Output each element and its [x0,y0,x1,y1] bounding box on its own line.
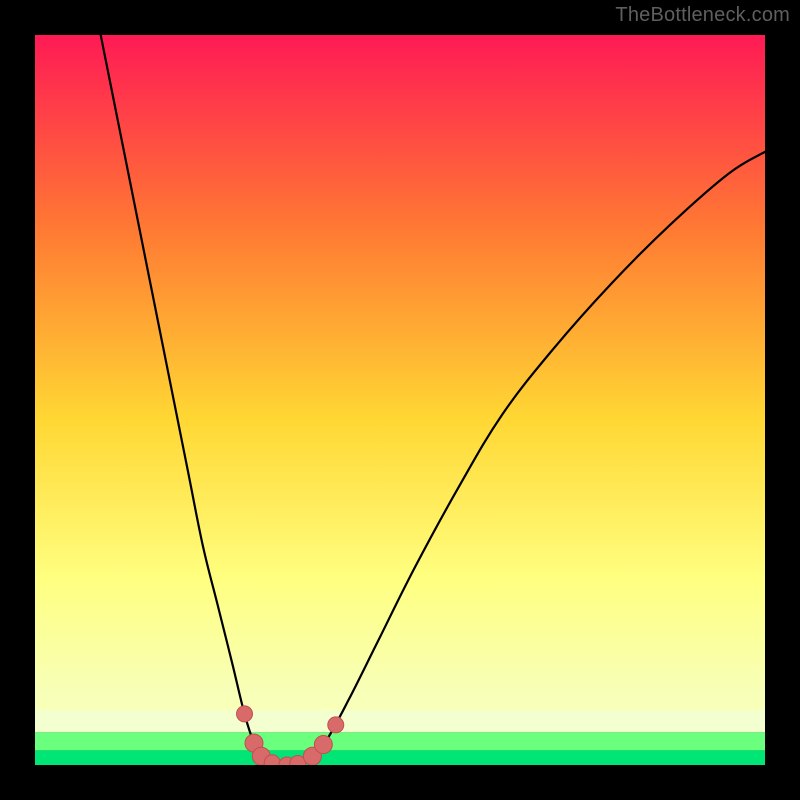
bottleneck-chart [35,35,765,765]
watermark-text: TheBottleneck.com [615,4,790,27]
data-marker [237,706,253,722]
plot-area [35,35,765,765]
data-marker [314,736,332,754]
data-marker [328,717,344,733]
chart-frame: TheBottleneck.com [0,0,800,800]
